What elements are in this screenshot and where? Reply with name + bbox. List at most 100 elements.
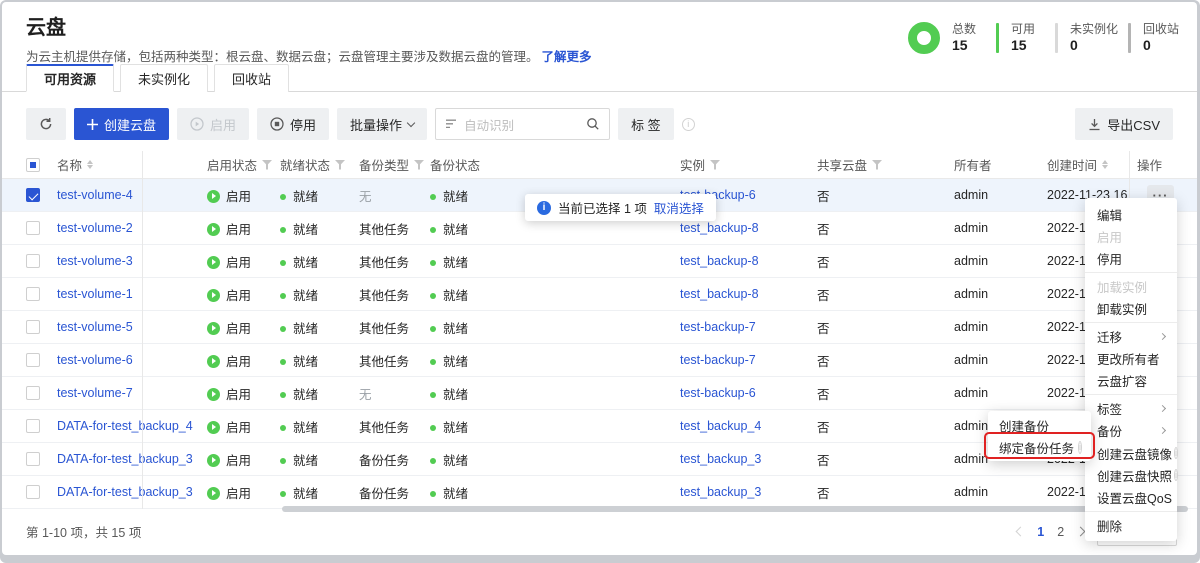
menu-item[interactable]: 删除	[1085, 514, 1177, 536]
sort-icon[interactable]	[1102, 160, 1108, 170]
backup-type-cell: 其他任务	[359, 417, 430, 436]
sort-desc-icon	[87, 165, 93, 169]
table-row[interactable]: test-volume-1启用就绪其他任务就绪test_backup-8否adm…	[2, 278, 1197, 311]
volume-name-link[interactable]: test-volume-3	[57, 254, 133, 268]
stat-value: 15	[1011, 37, 1045, 54]
refresh-button[interactable]	[26, 108, 66, 140]
backup-state-cell: 就绪	[430, 318, 680, 337]
volume-name-link[interactable]: test-volume-4	[57, 188, 133, 202]
create-volume-button[interactable]: 创建云盘	[74, 108, 169, 140]
table-row[interactable]: DATA-for-test_backup_3启用就绪备份任务就绪test_bac…	[2, 476, 1197, 509]
filter-icon[interactable]	[262, 160, 272, 170]
batch-actions-button[interactable]: 批量操作	[337, 108, 427, 140]
menu-item[interactable]: 备份	[1085, 420, 1177, 442]
row-checkbox[interactable]	[26, 386, 40, 400]
backup-state-cell: 就绪	[430, 417, 680, 436]
menu-item: 加载实例	[1085, 275, 1177, 297]
download-icon	[1088, 118, 1101, 131]
menu-item[interactable]: 创建云盘快照	[1085, 464, 1177, 486]
ready-dot-icon	[280, 293, 286, 299]
name-cell: test-volume-5	[57, 320, 207, 334]
cancel-selection-link[interactable]: 取消选择	[654, 198, 704, 217]
enable-state-text: 启用	[226, 322, 251, 336]
filter-icon[interactable]	[710, 160, 720, 170]
stat-divider-bar	[1055, 23, 1058, 53]
tab-2[interactable]: 未实例化	[120, 64, 208, 92]
search-input[interactable]: 自动识别	[435, 108, 610, 140]
export-csv-button[interactable]: 导出CSV	[1075, 108, 1173, 140]
instance-link[interactable]: test-backup-7	[680, 320, 756, 334]
menu-item[interactable]: 创建云盘镜像	[1085, 442, 1177, 464]
instance-link[interactable]: test_backup_3	[680, 485, 761, 499]
volume-name-link[interactable]: test-volume-6	[57, 353, 133, 367]
backup-type-cell: 无	[359, 384, 430, 403]
volume-name-link[interactable]: DATA-for-test_backup_3	[57, 452, 193, 466]
volume-name-link[interactable]: test-volume-2	[57, 221, 133, 235]
enable-state-cell: 启用	[207, 450, 280, 469]
volume-name-link[interactable]: DATA-for-test_backup_4	[57, 419, 193, 433]
menu-item[interactable]: 停用	[1085, 248, 1177, 270]
enable-state-cell: 启用	[207, 384, 280, 403]
tag-info-icon[interactable]	[682, 118, 695, 131]
learn-more-link[interactable]: 了解更多	[542, 50, 592, 64]
volume-name-link[interactable]: test-volume-7	[57, 386, 133, 400]
menu-item[interactable]: 设置云盘QoS	[1085, 487, 1177, 509]
menu-item[interactable]: 更改所有者	[1085, 347, 1177, 369]
row-checkbox[interactable]	[26, 419, 40, 433]
tag-button[interactable]: 标 签	[618, 108, 674, 140]
row-checkbox[interactable]	[26, 221, 40, 235]
filter-icon[interactable]	[414, 160, 424, 170]
instance-link[interactable]: test_backup_4	[680, 419, 761, 433]
row-checkbox[interactable]	[26, 320, 40, 334]
table-footer: 第 1-10 项，共 15 项 12 10 项/页	[2, 509, 1197, 554]
filter-icon[interactable]	[872, 160, 882, 170]
ready-state-cell: 就绪	[280, 318, 359, 337]
row-checkbox[interactable]	[26, 353, 40, 367]
instance-link[interactable]: test_backup-8	[680, 254, 759, 268]
volume-name-link[interactable]: test-volume-5	[57, 320, 133, 334]
table-row[interactable]: test-volume-6启用就绪其他任务就绪test-backup-7否adm…	[2, 344, 1197, 377]
disable-button[interactable]: 停用	[257, 108, 329, 140]
instance-link[interactable]: test-backup-7	[680, 353, 756, 367]
enable-state-cell: 启用	[207, 186, 280, 205]
row-checkbox[interactable]	[26, 188, 40, 202]
menu-item[interactable]: 编辑	[1085, 203, 1177, 225]
menu-item-label: 备份	[1097, 421, 1160, 440]
enabled-status-icon	[207, 256, 220, 269]
search-icon[interactable]	[586, 117, 600, 131]
tab-1[interactable]: 可用资源	[26, 64, 114, 92]
row-checkbox[interactable]	[26, 452, 40, 466]
disable-label: 停用	[290, 115, 316, 134]
submenu-item[interactable]: 绑定备份任务	[988, 436, 1091, 458]
row-checkbox[interactable]	[26, 287, 40, 301]
page-number[interactable]: 1	[1037, 525, 1044, 539]
select-all-checkbox[interactable]	[26, 158, 40, 172]
menu-item[interactable]: 云盘扩容	[1085, 370, 1177, 392]
instance-link[interactable]: test_backup-8	[680, 221, 759, 235]
tab-3[interactable]: 回收站	[214, 64, 289, 92]
menu-item[interactable]: 标签	[1085, 397, 1177, 419]
instance-link[interactable]: test-backup-6	[680, 386, 756, 400]
prev-page-icon[interactable]	[1016, 527, 1026, 537]
name-cell: DATA-for-test_backup_3	[57, 452, 207, 466]
submenu-item[interactable]: 创建备份	[988, 414, 1091, 436]
enable-button[interactable]: 启用	[177, 108, 249, 140]
shared-cell: 否	[817, 450, 954, 469]
volume-name-link[interactable]: test-volume-1	[57, 287, 133, 301]
row-checkbox[interactable]	[26, 485, 40, 499]
table-row[interactable]: test-volume-7启用就绪无就绪test-backup-6否admin2…	[2, 377, 1197, 410]
menu-item[interactable]: 迁移	[1085, 325, 1177, 347]
table-row[interactable]: test-volume-5启用就绪其他任务就绪test-backup-7否adm…	[2, 311, 1197, 344]
page-number[interactable]: 2	[1057, 525, 1064, 539]
ready-state-cell: 就绪	[280, 450, 359, 469]
sort-icon[interactable]	[87, 160, 93, 170]
filter-icon[interactable]	[335, 160, 345, 170]
menu-item[interactable]: 卸载实例	[1085, 298, 1177, 320]
instance-link[interactable]: test_backup_3	[680, 452, 761, 466]
row-checkbox[interactable]	[26, 254, 40, 268]
table-row[interactable]: test-volume-3启用就绪其他任务就绪test_backup-8否adm…	[2, 245, 1197, 278]
horizontal-scrollbar[interactable]	[282, 506, 1188, 512]
volume-name-link[interactable]: DATA-for-test_backup_3	[57, 485, 193, 499]
ready-state-text: 就绪	[293, 190, 318, 204]
instance-link[interactable]: test_backup-8	[680, 287, 759, 301]
